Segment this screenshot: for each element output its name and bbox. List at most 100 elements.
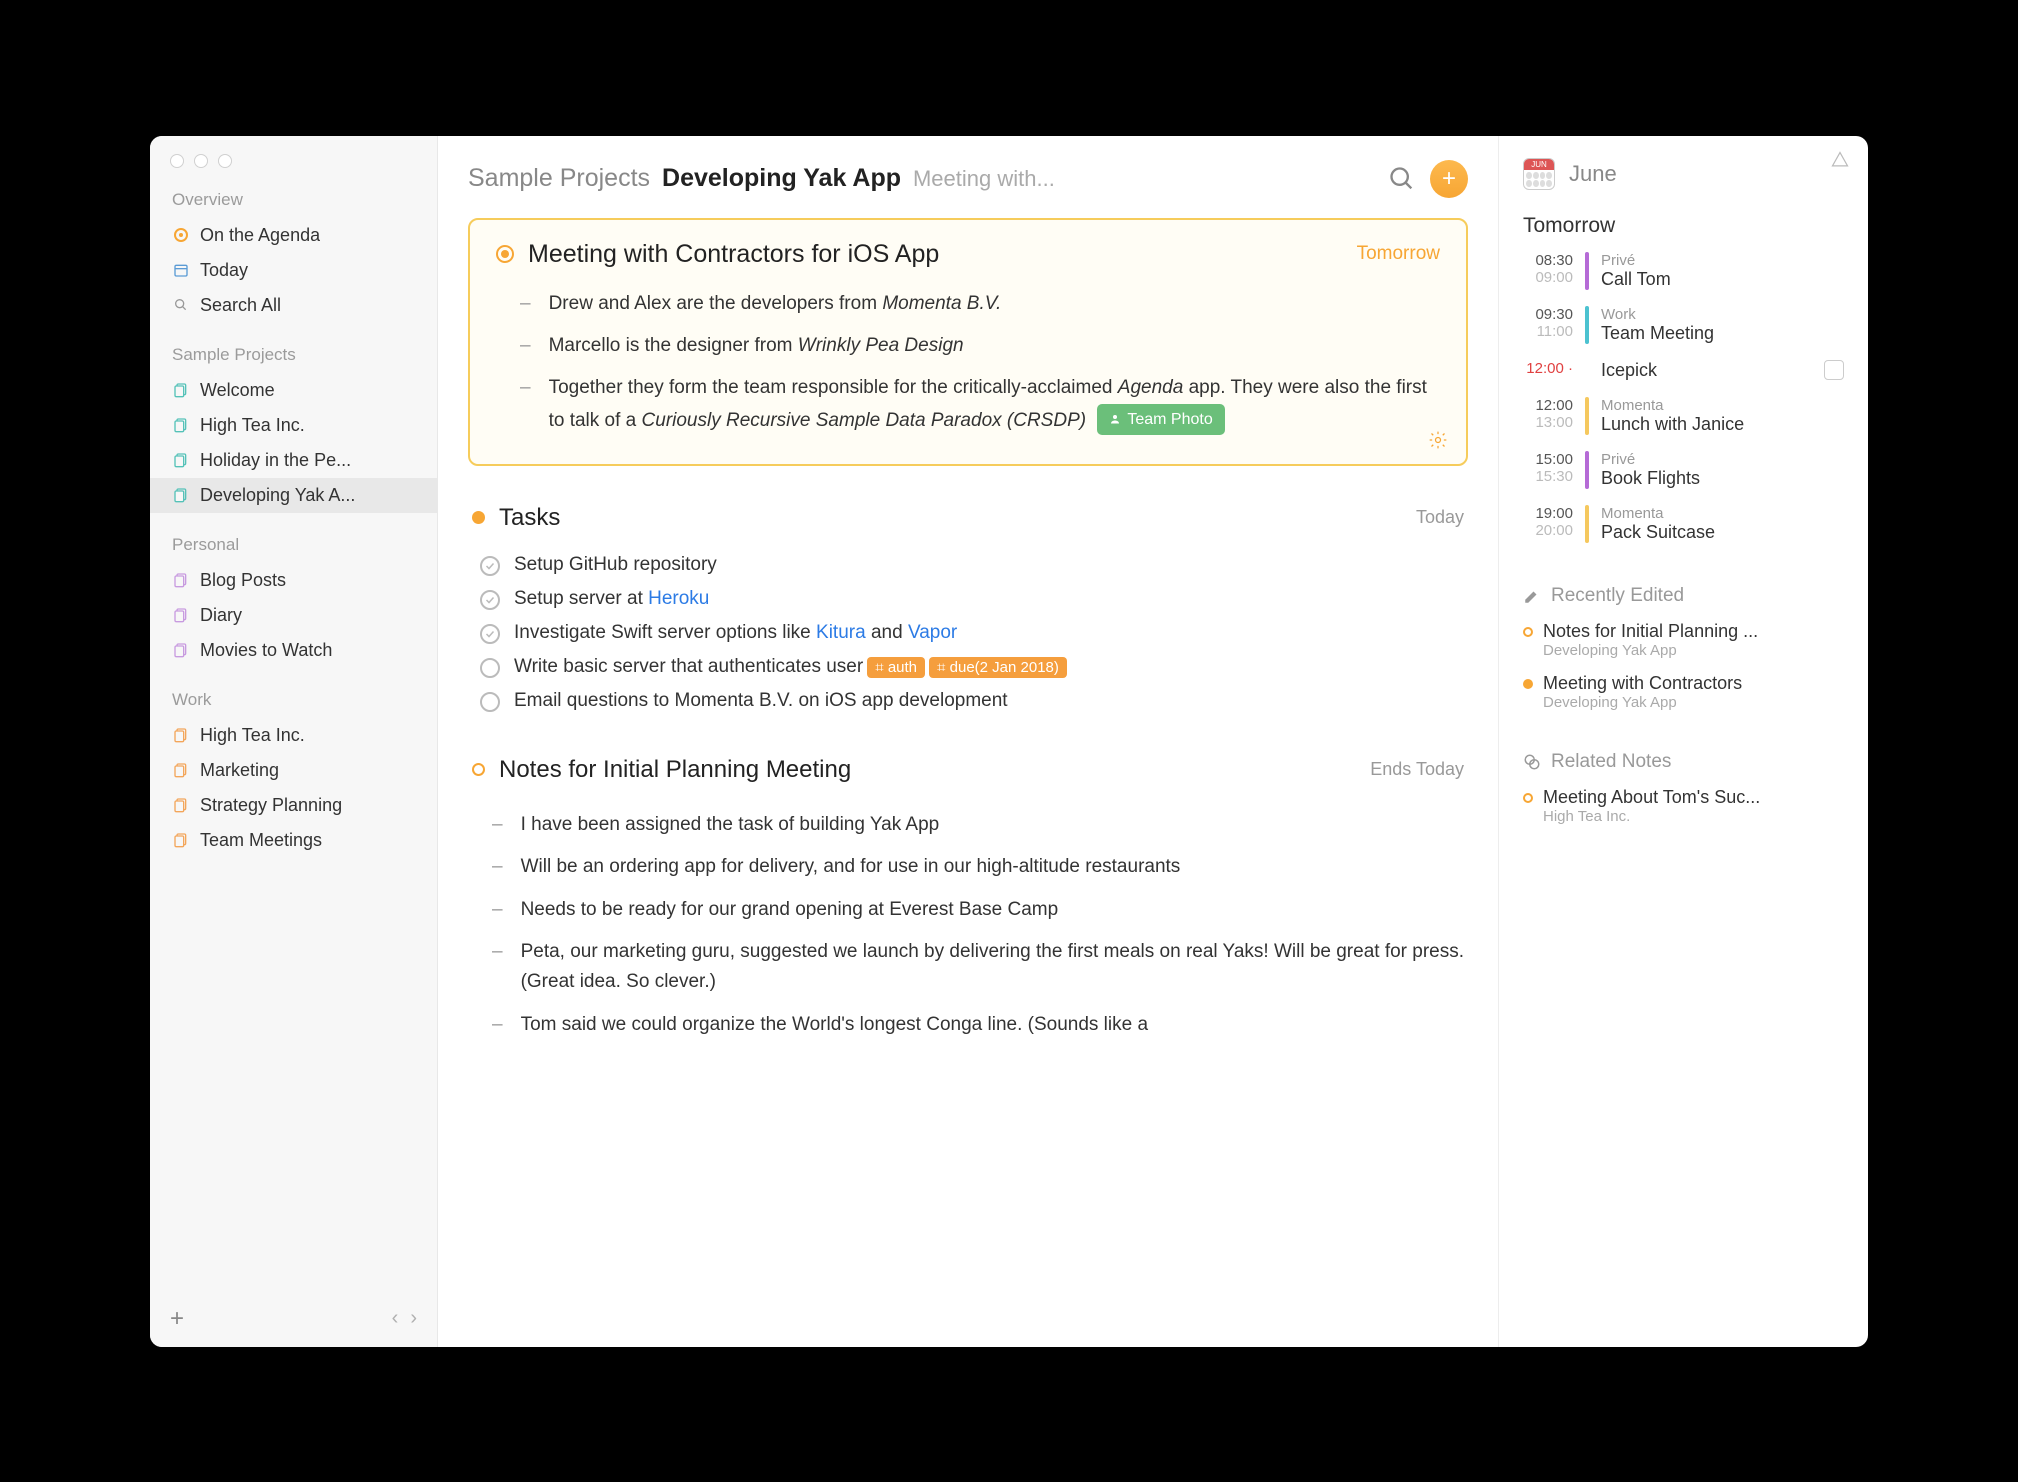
minimize-window[interactable] — [194, 154, 208, 168]
status-dot-icon — [1523, 793, 1533, 803]
item-title: Notes for Initial Planning ... — [1543, 621, 1758, 642]
search-button[interactable] — [1388, 165, 1416, 193]
bullet-item[interactable]: –Drew and Alex are the developers from M… — [496, 283, 1440, 325]
sidebar-item-search-all[interactable]: Search All — [150, 288, 437, 323]
checkbox-checked-icon[interactable] — [480, 624, 500, 644]
calendar-header[interactable]: JUN June — [1523, 158, 1844, 190]
event-body: Privé Call Tom — [1601, 252, 1671, 290]
event-body: Privé Book Flights — [1601, 451, 1700, 489]
task-item[interactable]: Investigate Swift server options like Ki… — [468, 616, 1468, 650]
sidebar-item-label: Diary — [200, 605, 242, 626]
today-icon — [172, 261, 190, 279]
section-date[interactable]: Today — [1416, 507, 1464, 528]
checkbox-unchecked-icon[interactable] — [480, 658, 500, 678]
sidebar-item-label: Today — [200, 260, 248, 281]
bullet-item[interactable]: –Will be an ordering app for delivery, a… — [468, 846, 1468, 888]
section-dot-ring-icon — [472, 763, 485, 776]
task-item[interactable]: Setup server at Heroku — [468, 582, 1468, 616]
sync-status-icon[interactable] — [1830, 150, 1850, 173]
section-date[interactable]: Ends Today — [1370, 759, 1464, 780]
sidebar-item-movies-to-watch[interactable]: Movies to Watch — [150, 633, 437, 668]
project-icon — [172, 486, 190, 504]
sidebar-item-label: Marketing — [200, 760, 279, 781]
nav-forward-button[interactable]: › — [410, 1307, 417, 1330]
calendar-event[interactable]: 09:30 11:00 Work Team Meeting — [1523, 306, 1844, 344]
task-text: Setup server at Heroku — [514, 588, 709, 610]
sidebar-item-holiday-in-the-pe-[interactable]: Holiday in the Pe... — [150, 443, 437, 478]
bullet-item[interactable]: –I have been assigned the task of buildi… — [468, 804, 1468, 846]
event-color-bar — [1585, 306, 1589, 344]
event-times: 12:00 · — [1523, 360, 1573, 381]
add-project-button[interactable]: + — [170, 1305, 184, 1333]
item-title: Meeting About Tom's Suc... — [1543, 787, 1760, 808]
task-text: Email questions to Momenta B.V. on iOS a… — [514, 690, 1008, 712]
nav-back-button[interactable]: ‹ — [392, 1307, 399, 1330]
task-item[interactable]: Setup GitHub repository — [468, 548, 1468, 582]
sidebar-item-blog-posts[interactable]: Blog Posts — [150, 563, 437, 598]
sidebar-item-on-the-agenda[interactable]: On the Agenda — [150, 218, 437, 253]
sidebar-item-team-meetings[interactable]: Team Meetings — [150, 823, 437, 858]
list-item[interactable]: Meeting with Contractors Developing Yak … — [1523, 673, 1844, 711]
project-icon — [172, 416, 190, 434]
bullet-item[interactable]: –Together they form the team responsible… — [496, 367, 1440, 442]
calendar-event[interactable]: 12:00 13:00 Momenta Lunch with Janice — [1523, 397, 1844, 435]
calendar-month: June — [1569, 161, 1617, 187]
status-dot-icon — [1523, 627, 1533, 637]
bullet-item[interactable]: –Marcello is the designer from Wrinkly P… — [496, 325, 1440, 367]
sidebar-item-high-tea-inc-[interactable]: High Tea Inc. — [150, 718, 437, 753]
calendar-day-label: Tomorrow — [1523, 214, 1844, 238]
checkbox-checked-icon[interactable] — [480, 590, 500, 610]
sidebar-item-welcome[interactable]: Welcome — [150, 373, 437, 408]
sidebar-item-diary[interactable]: Diary — [150, 598, 437, 633]
project-icon — [172, 796, 190, 814]
breadcrumb-current[interactable]: Developing Yak App — [662, 164, 901, 193]
calendar-event[interactable]: 08:30 09:00 Privé Call Tom — [1523, 252, 1844, 290]
breadcrumb-tail[interactable]: Meeting with... — [913, 166, 1055, 192]
list-item[interactable]: Meeting About Tom's Suc... High Tea Inc. — [1523, 787, 1844, 825]
checkbox-unchecked-icon[interactable] — [480, 692, 500, 712]
sidebar: Overview On the AgendaTodaySearch All Sa… — [150, 136, 438, 1347]
event-note-icon[interactable] — [1824, 360, 1844, 380]
sidebar-item-today[interactable]: Today — [150, 253, 437, 288]
checkbox-checked-icon[interactable] — [480, 556, 500, 576]
bullet-item[interactable]: –Needs to be ready for our grand opening… — [468, 889, 1468, 931]
content-area: Meeting with Contractors for iOS App Tom… — [438, 218, 1498, 1347]
event-times: 12:00 13:00 — [1523, 397, 1573, 435]
sidebar-item-label: Welcome — [200, 380, 275, 401]
sidebar-item-strategy-planning[interactable]: Strategy Planning — [150, 788, 437, 823]
person-tag[interactable]: Team Photo — [1097, 404, 1224, 436]
sidebar-item-marketing[interactable]: Marketing — [150, 753, 437, 788]
close-window[interactable] — [170, 154, 184, 168]
item-subtitle: Developing Yak App — [1543, 642, 1758, 659]
note-card-meeting[interactable]: Meeting with Contractors for iOS App Tom… — [468, 218, 1468, 466]
related-icon — [1523, 753, 1541, 771]
window-controls — [150, 136, 437, 168]
sidebar-section-personal: Personal — [150, 513, 437, 563]
event-times: 15:00 15:30 — [1523, 451, 1573, 489]
sidebar-item-high-tea-inc-[interactable]: High Tea Inc. — [150, 408, 437, 443]
gear-icon[interactable] — [1428, 430, 1448, 450]
calendar-event[interactable]: 15:00 15:30 Privé Book Flights — [1523, 451, 1844, 489]
zoom-window[interactable] — [218, 154, 232, 168]
bullet-item[interactable]: –Peta, our marketing guru, suggested we … — [468, 931, 1468, 1004]
add-note-button[interactable]: + — [1430, 160, 1468, 198]
breadcrumb-parent[interactable]: Sample Projects — [468, 164, 650, 193]
event-body: Momenta Lunch with Janice — [1601, 397, 1744, 435]
item-subtitle: Developing Yak App — [1543, 694, 1742, 711]
list-item[interactable]: Notes for Initial Planning ... Developin… — [1523, 621, 1844, 659]
task-item[interactable]: Email questions to Momenta B.V. on iOS a… — [468, 684, 1468, 718]
task-item[interactable]: Write basic server that authenticates us… — [468, 650, 1468, 684]
calendar-event[interactable]: 19:00 20:00 Momenta Pack Suitcase — [1523, 505, 1844, 543]
project-icon — [172, 381, 190, 399]
calendar-event[interactable]: 12:00 · Icepick — [1523, 360, 1844, 381]
bullet-item[interactable]: –Tom said we could organize the World's … — [468, 1004, 1468, 1046]
note-date[interactable]: Tomorrow — [1357, 243, 1440, 265]
sidebar-section-work: Work — [150, 668, 437, 718]
section-title: Tasks — [499, 504, 1402, 532]
project-icon — [172, 571, 190, 589]
inline-tag[interactable]: ⌗ auth — [867, 657, 925, 678]
agenda-dot-icon — [496, 245, 514, 263]
inline-tag[interactable]: ⌗ due(2 Jan 2018) — [929, 657, 1067, 678]
event-color-bar — [1585, 505, 1589, 543]
sidebar-item-developing-yak-a-[interactable]: Developing Yak A... — [150, 478, 437, 513]
